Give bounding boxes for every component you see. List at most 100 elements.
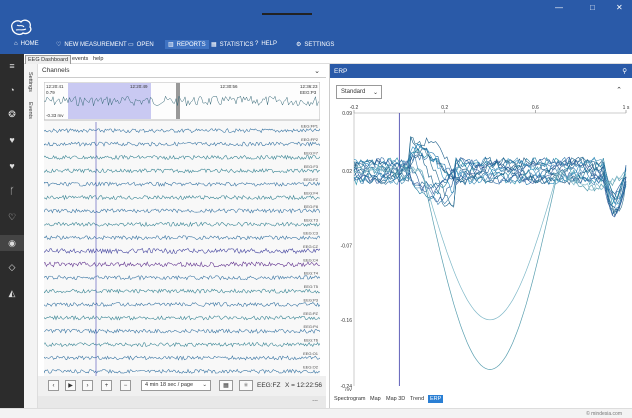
y-tick-label: 0.09 <box>342 111 352 117</box>
y-tick-label: -0.07 <box>341 243 353 249</box>
sub-tabs: EEG Dashboard events help <box>24 54 632 65</box>
overview-label: 12:36:23 <box>300 84 318 89</box>
controls-footer: ... <box>38 396 326 408</box>
channel-map-button[interactable]: ⚛ <box>239 380 253 391</box>
eeg-traces[interactable]: 12:20:41 0.79 -0.33 mv 12:20:49 12:30:56 12:3… <box>44 82 320 378</box>
erp-plot[interactable]: -0.2 0.2 0.6 1 s 0.09 0.02 -0.07 -0.16 -0.24 mV <box>330 102 632 392</box>
x-tick-label: 0.2 <box>441 105 448 111</box>
channel-label: EEG:PZ <box>303 311 318 316</box>
wave-icon[interactable]: ♥ <box>5 160 19 172</box>
channel-label: EEG:T3 <box>304 217 319 222</box>
eeg-trace <box>44 328 320 334</box>
channel-label: EEG:C3 <box>303 231 318 236</box>
page-duration-select[interactable]: 4 min 18 sec / page ⌄ <box>141 380 211 391</box>
nav-help[interactable]: ? HELP <box>255 41 277 47</box>
title-bar: — □ ✕ <box>0 0 632 16</box>
nav-home-label: HOME <box>20 41 39 47</box>
area-chart-icon[interactable]: ◭ <box>5 287 19 299</box>
channel-label: EEG:C4 <box>303 257 318 262</box>
layout-grid-button[interactable]: ▦ <box>219 380 233 391</box>
nav-reports[interactable]: ▥ REPORTS <box>165 40 209 49</box>
dashboard-icon[interactable]: ◔ <box>5 84 19 96</box>
erp-trace-outlier <box>353 166 627 321</box>
eeg-trace <box>44 288 320 294</box>
chevron-down-icon: ⌄ <box>202 382 207 388</box>
nav-reports-label: REPORTS <box>176 41 206 48</box>
channel-label: EEG:T6 <box>304 338 319 343</box>
vtab-settings[interactable]: Settings <box>27 72 33 92</box>
next-button[interactable]: › <box>82 380 93 391</box>
playback-controls: ‹ ▶ › + − 4 min 18 sec / page ⌄ ▦ ⚛ EEG:F… <box>38 376 326 396</box>
app-header <box>0 16 632 37</box>
heart-rate-icon[interactable]: ♥ <box>5 134 19 146</box>
tab-map[interactable]: Map <box>368 395 383 403</box>
channel-label: EEG:F7 <box>304 150 319 155</box>
eeg-trace <box>44 355 320 361</box>
brand-text: © mindesia.com <box>586 411 622 417</box>
nav-open[interactable]: ▭ OPEN <box>128 41 154 49</box>
eeg-svg: 12:20:410.79 -0.33 mv 12:20:49 12:30:56 12:3… <box>44 82 320 378</box>
channel-label: EEG:P3 <box>304 297 319 302</box>
chart-icon: ▥ <box>168 42 174 48</box>
nav-open-label: OPEN <box>136 41 154 48</box>
minimize-icon[interactable]: — <box>555 3 563 12</box>
channels-panel: Channels ⌄ 12:20:41 0.79 -0.33 mv 12:20:49 1… <box>38 64 326 408</box>
zoom-in-button[interactable]: + <box>101 380 112 391</box>
tab-spectrogram[interactable]: Spectrogram <box>332 395 368 403</box>
erp-view-tabs: Spectrogram Map Map 3D Trend ERP <box>330 393 632 406</box>
nav-home[interactable]: ⌂ HOME <box>14 41 39 47</box>
nav-settings-label: SETTINGS <box>304 41 335 48</box>
channel-label: EEG:T5 <box>304 284 319 289</box>
tab-events[interactable]: events <box>70 55 90 63</box>
eeg-trace <box>44 301 320 308</box>
eeg-trace <box>44 154 320 161</box>
tab-erp[interactable]: ERP <box>428 395 444 403</box>
play-button[interactable]: ▶ <box>65 380 76 391</box>
erp-condition-value: Standard <box>341 89 366 95</box>
overview-label: -0.33 mv <box>46 113 64 118</box>
status-footer: © mindesia.com <box>0 408 632 418</box>
overview-label: 12:30:56 <box>220 84 238 89</box>
code-icon[interactable]: ◇ <box>5 261 19 273</box>
channel-label: EEG:FP2 <box>301 137 319 142</box>
pin-icon[interactable]: ⚲ <box>622 67 627 75</box>
collapse-up-icon[interactable]: ⌃ <box>616 86 622 94</box>
folder-icon: ▭ <box>128 42 134 48</box>
vtab-events[interactable]: Events <box>27 102 33 119</box>
eeg-trace <box>44 208 320 214</box>
zoom-out-button[interactable]: − <box>120 380 131 391</box>
channels-header: Channels ⌄ <box>38 67 326 78</box>
heart-icon: ♡ <box>56 42 62 48</box>
channel-label: EEG:FP1 <box>301 124 319 129</box>
vertical-tabs: Settings Events <box>24 64 38 408</box>
brain-icon[interactable]: ❂ <box>5 108 19 120</box>
main-nav: ⌂ HOME ♡ NEW MEASUREMENT ▭ OPEN ▥ REPORTS ▦ S… <box>0 37 632 54</box>
eeg-trace <box>44 181 320 187</box>
channel-label: EEG:T4 <box>304 271 319 276</box>
nav-settings[interactable]: ⚙ SETTINGS <box>296 41 335 49</box>
channel-label: EEG:F8 <box>304 204 319 209</box>
y-unit-label: mV <box>345 387 352 392</box>
eeg-trace <box>44 315 320 321</box>
eeg-trace <box>44 234 320 241</box>
tab-map-3d[interactable]: Map 3D <box>384 395 407 403</box>
menu-icon[interactable]: ≡ <box>5 60 19 72</box>
erp-icon[interactable]: ◉ <box>0 235 24 251</box>
heart-outline-icon[interactable]: ♡ <box>5 211 19 223</box>
tab-help[interactable]: help <box>91 55 105 63</box>
more-button[interactable]: ... <box>312 396 318 403</box>
erp-title: ERP <box>334 68 348 75</box>
collapse-chevron-icon[interactable]: ⌄ <box>314 67 320 75</box>
nav-statistics[interactable]: ▦ STATISTICS <box>211 41 253 49</box>
tab-trend[interactable]: Trend <box>408 395 426 403</box>
erp-condition-select[interactable]: Standard ⌄ <box>336 85 382 99</box>
brain-logo-icon <box>11 19 32 35</box>
nav-new-measurement[interactable]: ♡ NEW MEASUREMENT <box>56 41 127 49</box>
overview-label: 12:20:41 <box>46 84 64 89</box>
prev-button[interactable]: ‹ <box>48 380 59 391</box>
maximize-icon[interactable]: □ <box>590 3 595 12</box>
help-icon: ? <box>255 41 259 47</box>
close-icon[interactable]: ✕ <box>616 3 623 12</box>
home-icon: ⌂ <box>14 41 18 47</box>
branch-icon[interactable]: ᚴ <box>5 185 19 197</box>
